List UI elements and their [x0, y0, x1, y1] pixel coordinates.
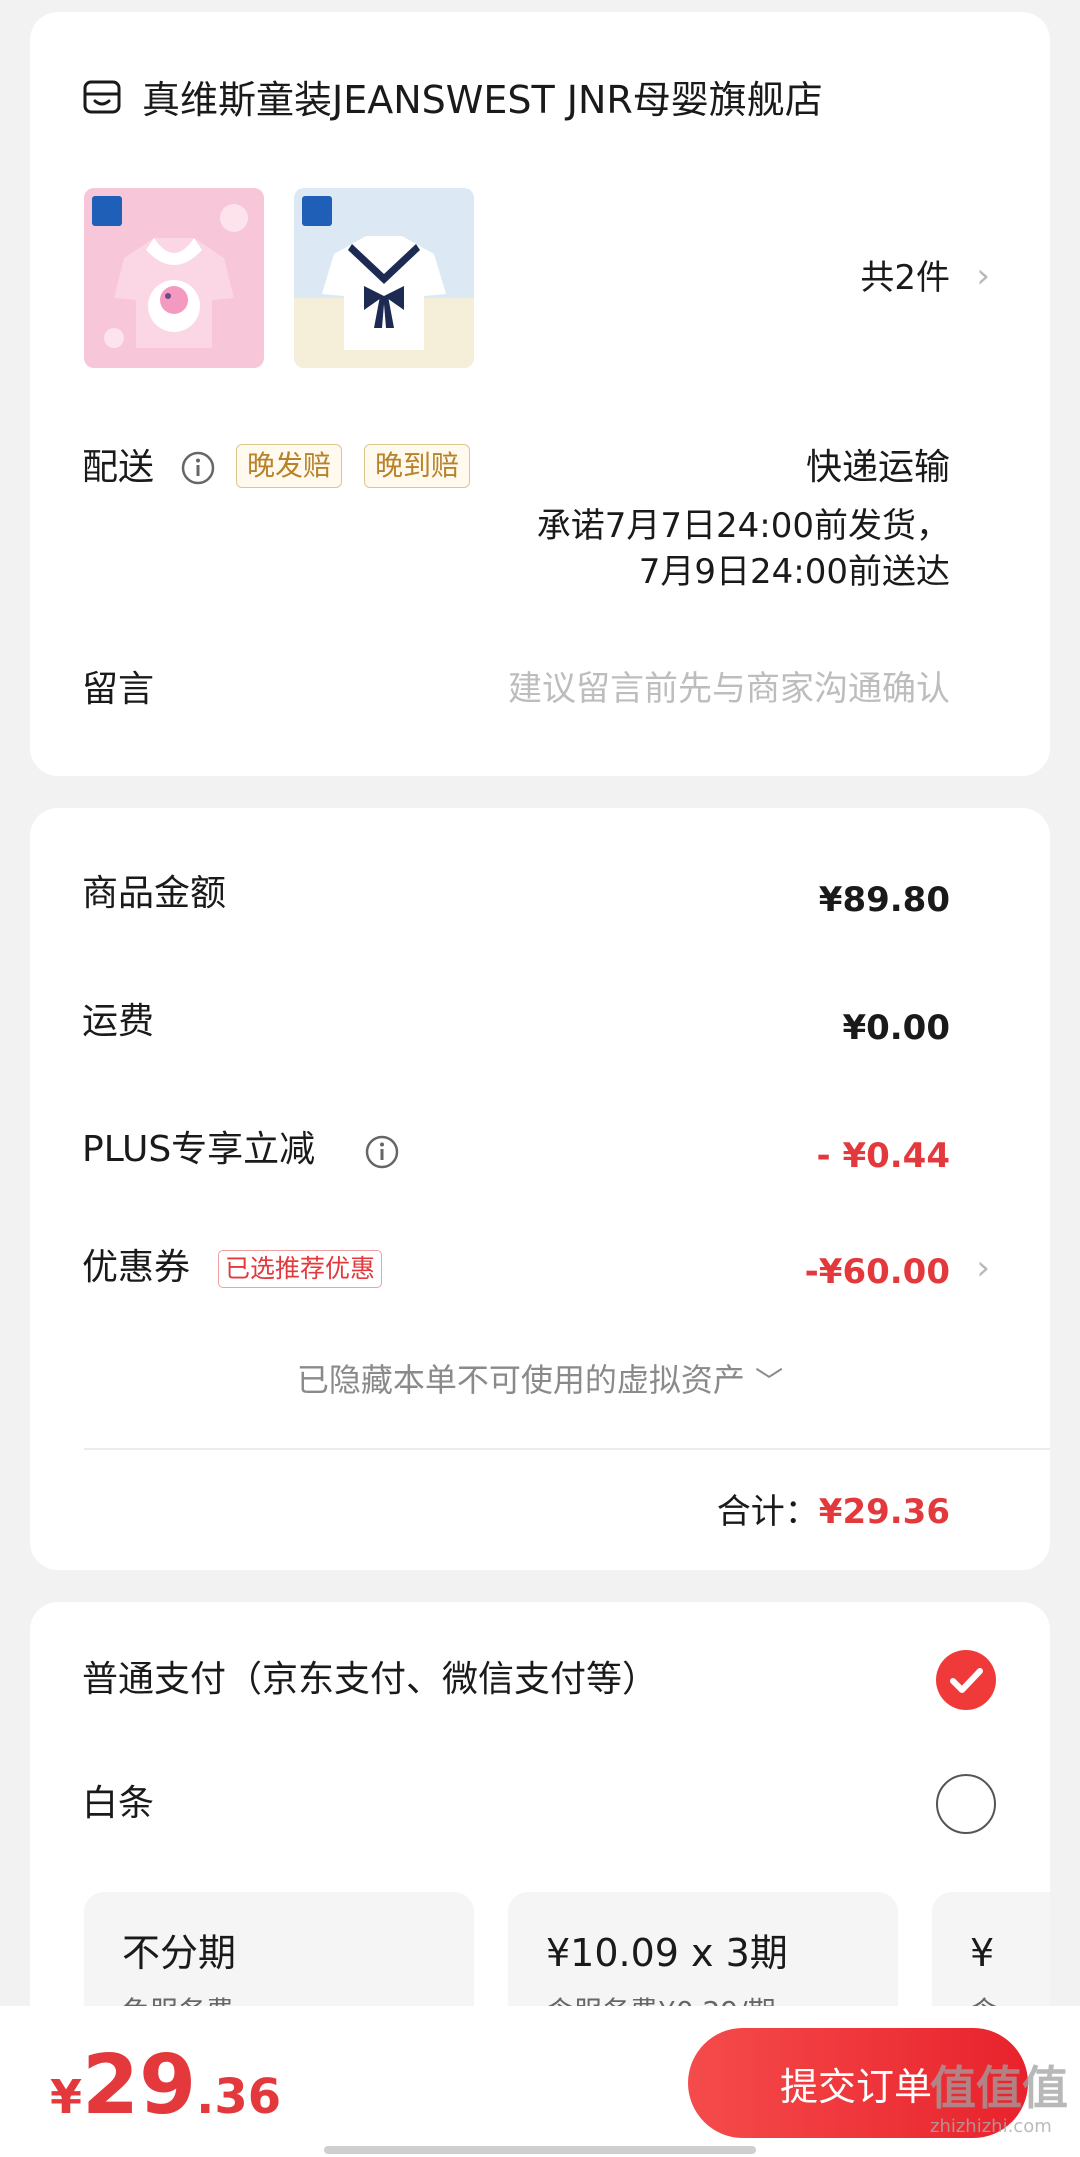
product-thumbnail[interactable] [294, 188, 474, 368]
late-arrival-tag: 晚到赔 [364, 444, 471, 488]
normal-payment-radio[interactable] [936, 1650, 996, 1710]
bottom-checkout-bar: ¥29.36 提交订单 值值值 zhizhizhi.com [0, 2006, 1080, 2157]
baitiao-radio[interactable] [936, 1774, 996, 1834]
shipping-method[interactable]: 快递运输 [806, 446, 950, 490]
late-shipping-tag: 晚发赔 [236, 444, 343, 488]
total-value: ¥29.36 [818, 1492, 950, 1532]
freight-label: 运费 [82, 1001, 155, 1042]
hidden-assets-label: 已隐藏本单不可使用的虚拟资产 [296, 1361, 745, 1399]
note-label: 留言 [82, 669, 155, 710]
normal-payment-label[interactable]: 普通支付（京东支付、微信支付等） [82, 1658, 658, 1702]
installment-title: ¥ [970, 1931, 995, 1975]
item-count[interactable]: 共2件 [860, 258, 950, 298]
order-total: 合计：¥29.36 [717, 1490, 950, 1534]
delivery-label: 配送 [82, 447, 155, 488]
coupon-recommended-tag: 已选推荐优惠 [218, 1250, 383, 1288]
plus-discount-label: PLUS专享立减 [82, 1129, 316, 1170]
divider [84, 1448, 1050, 1450]
delivery-promise: 7月9日24:00前送达 [638, 552, 950, 592]
info-icon[interactable] [180, 450, 216, 486]
total-label: 合计： [716, 1492, 819, 1532]
chevron-down-icon: ﹀ [755, 1365, 784, 1398]
currency-symbol: ¥ [50, 2070, 83, 2124]
store-name[interactable]: 真维斯童装JEANSWEST JNR母婴旗舰店 [142, 80, 823, 120]
total-decimal: .36 [196, 2069, 282, 2125]
info-icon[interactable] [364, 1134, 400, 1170]
freight-value: ¥0.00 [842, 1008, 950, 1048]
goods-amount-label: 商品金额 [82, 873, 227, 914]
home-indicator[interactable] [324, 2146, 756, 2154]
product-thumbnail[interactable] [84, 188, 264, 368]
watermark-logo: 值值值 [930, 2061, 1068, 2115]
bottom-total-price: ¥29.36 [50, 2038, 281, 2133]
plus-discount-value: - ¥0.44 [816, 1136, 951, 1176]
price-summary-card: 商品金额 ¥89.80 运费 ¥0.00 PLUS专享立减 - ¥0.44 优惠… [30, 808, 1050, 1570]
watermark-url: zhizhizhi.com [930, 2116, 1052, 2137]
total-integer: 29 [82, 2038, 197, 2133]
shipping-promise: 承诺7月7日24:00前发货， [536, 506, 950, 546]
installment-title: 不分期 [122, 1931, 237, 1975]
goods-amount-value: ¥89.80 [818, 880, 950, 920]
hidden-assets-toggle[interactable]: 已隐藏本单不可使用的虚拟资产 ﹀ [30, 1358, 1050, 1404]
coupon-label[interactable]: 优惠券 [82, 1246, 190, 1290]
store-icon [82, 78, 122, 118]
coupon-value[interactable]: -¥60.00 [805, 1250, 950, 1294]
note-input[interactable] [390, 664, 950, 714]
chevron-right-icon[interactable]: › [976, 256, 990, 296]
installment-title: ¥10.09 x 3期 [546, 1931, 788, 1975]
baitiao-label[interactable]: 白条 [82, 1782, 154, 1826]
chevron-right-icon[interactable]: › [976, 1248, 990, 1288]
checkmark-icon [950, 1668, 983, 1693]
store-card: 真维斯童装JEANSWEST JNR母婴旗舰店 共2件 › 配送 晚发赔 晚到赔… [30, 12, 1050, 776]
